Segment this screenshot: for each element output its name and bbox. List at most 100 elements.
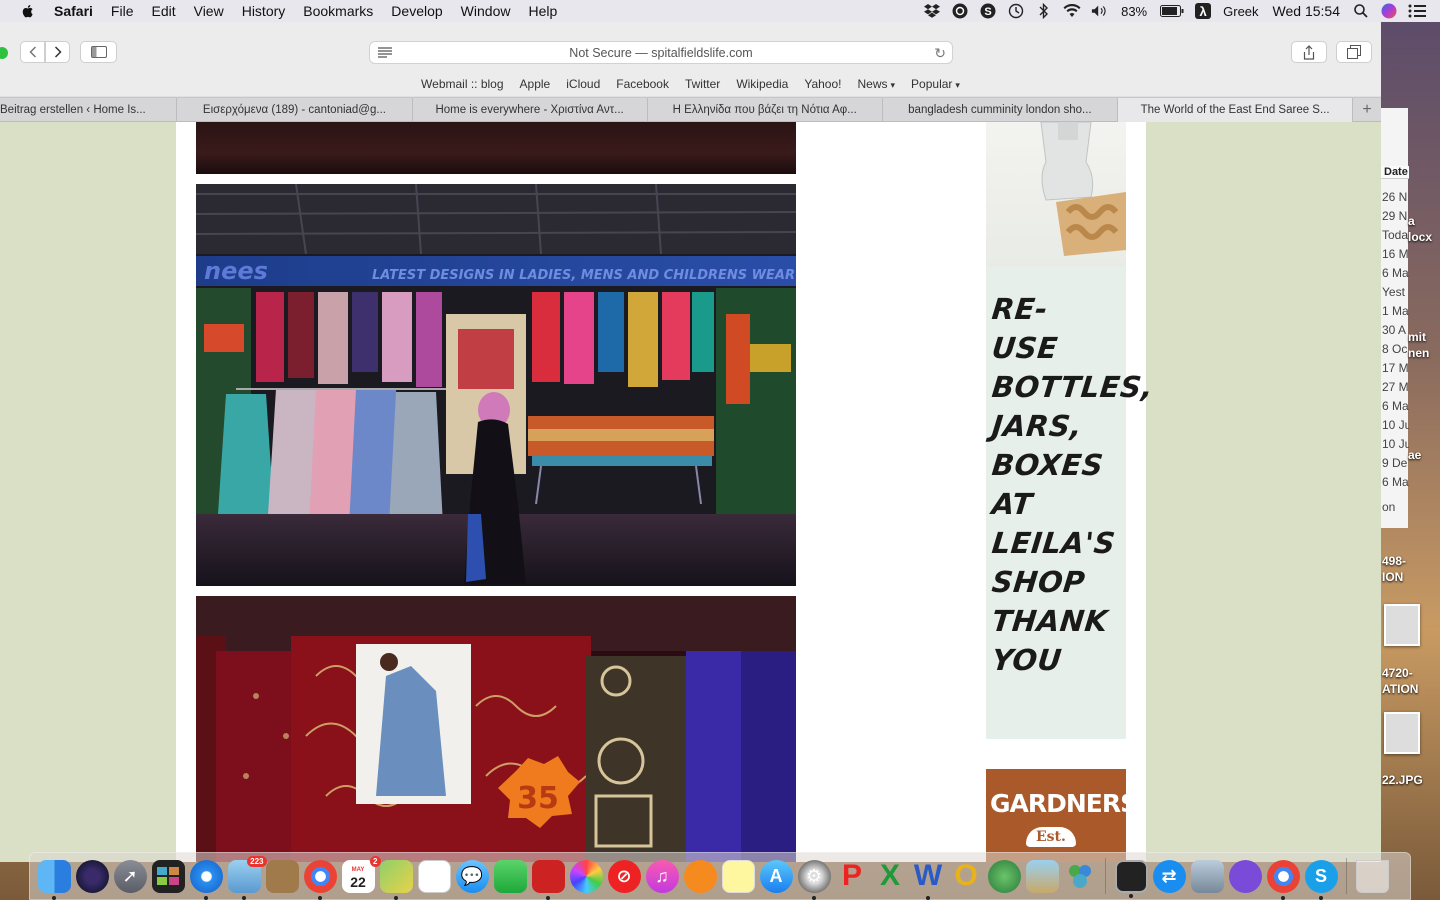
launchpad-icon[interactable]: ➚ xyxy=(113,859,147,893)
notification-center-icon[interactable] xyxy=(1408,3,1426,19)
maps-icon[interactable] xyxy=(379,859,413,900)
contacts-icon[interactable] xyxy=(265,859,299,893)
outlook-icon[interactable]: O xyxy=(950,859,983,893)
desktop-file-label[interactable]: 498- xyxy=(1382,554,1406,568)
finder-row[interactable]: 9 De xyxy=(1381,456,1409,470)
share-button[interactable] xyxy=(1291,41,1327,63)
notes-icon[interactable] xyxy=(721,859,755,893)
mail-icon[interactable]: 223 xyxy=(227,855,267,900)
finder-row[interactable]: 6 Ma xyxy=(1381,399,1409,413)
music-icon[interactable]: ♫ xyxy=(645,859,679,893)
desktop-file-label[interactable]: ae xyxy=(1408,448,1421,462)
menu-app-name[interactable]: Safari xyxy=(54,3,93,19)
new-tab-button[interactable]: + xyxy=(1353,98,1381,122)
finder-row[interactable]: 27 M xyxy=(1381,380,1409,394)
bluetooth-icon[interactable] xyxy=(1035,3,1053,19)
skype-status-icon[interactable]: S xyxy=(979,3,997,19)
clock[interactable]: Wed 15:54 xyxy=(1273,3,1340,19)
finder-row[interactable]: Toda xyxy=(1381,228,1409,242)
finder-row[interactable]: 10 Ju xyxy=(1381,437,1409,451)
spotlight-search-icon[interactable] xyxy=(1352,3,1370,19)
time-machine-icon[interactable] xyxy=(1007,3,1025,19)
viber-icon[interactable] xyxy=(1228,859,1262,893)
tab[interactable]: Εισερχόμενα (189) - cantoniad@g... xyxy=(177,98,413,122)
screenshot-icon[interactable] xyxy=(1114,859,1148,898)
input-source-icon[interactable]: λ xyxy=(1195,3,1212,19)
photo-booth-icon[interactable] xyxy=(531,859,565,900)
favorite-facebook[interactable]: Facebook xyxy=(616,77,669,91)
desktop-file-label[interactable]: ATION xyxy=(1382,682,1418,696)
facetime-icon[interactable] xyxy=(493,859,527,893)
sidebar-ad-leilas-shop[interactable]: RE- USE BOTTLES, JARS, BOXES AT LEILA'S … xyxy=(986,122,1155,739)
image-capture-icon[interactable] xyxy=(1190,859,1224,893)
favorite-yahoo[interactable]: Yahoo! xyxy=(804,77,841,91)
viber-status-icon[interactable] xyxy=(951,3,969,19)
siri-app-icon[interactable] xyxy=(75,859,109,893)
desktop-file-label[interactable]: 22.JPG xyxy=(1382,773,1423,787)
network-utility-icon[interactable] xyxy=(987,859,1021,893)
favorite-apple[interactable]: Apple xyxy=(520,77,551,91)
volume-icon[interactable] xyxy=(1091,3,1109,19)
menu-file[interactable]: File xyxy=(111,3,134,19)
system-preferences-icon[interactable]: ⚙ xyxy=(797,859,831,900)
reload-icon[interactable]: ↻ xyxy=(934,45,946,62)
calendar-icon[interactable]: MAY 22 2 xyxy=(341,855,381,893)
preview-icon[interactable] xyxy=(1025,859,1059,893)
favorite-folder-news[interactable]: News ▾ xyxy=(858,77,896,91)
teamviewer-icon[interactable]: ⇄ xyxy=(1152,859,1186,893)
favorite-webmail[interactable]: Webmail :: blog xyxy=(421,77,503,91)
finder-row[interactable]: on xyxy=(1381,500,1409,514)
zoom-window-button[interactable] xyxy=(0,47,8,59)
app-store-icon[interactable]: A xyxy=(759,859,793,893)
finder-row[interactable]: 17 M xyxy=(1381,361,1409,375)
family-sharing-icon[interactable] xyxy=(1064,860,1097,893)
back-button[interactable] xyxy=(20,41,45,63)
finder-row[interactable]: 16 M xyxy=(1381,247,1409,261)
tab[interactable]: Home is everywhere - Χριστίνα Αντ... xyxy=(413,98,648,122)
menu-help[interactable]: Help xyxy=(528,3,557,19)
menu-bookmarks[interactable]: Bookmarks xyxy=(303,3,373,19)
sidebar-toggle-button[interactable] xyxy=(80,41,117,63)
news-icon[interactable]: ⊘ xyxy=(607,859,641,893)
chrome-icon[interactable] xyxy=(303,859,337,900)
word-icon[interactable]: W xyxy=(912,859,945,900)
desktop-file-label[interactable]: 4720- xyxy=(1382,666,1413,680)
menu-history[interactable]: History xyxy=(242,3,286,19)
menu-edit[interactable]: Edit xyxy=(151,3,175,19)
article-photo-saree-closeup[interactable]: 35 xyxy=(196,596,796,862)
menu-develop[interactable]: Develop xyxy=(391,3,442,19)
books-icon[interactable] xyxy=(683,859,717,893)
tab[interactable]: Η Ελληνίδα που βάζει τη Νότια Αφ... xyxy=(648,98,883,122)
finder-row[interactable]: 6 Ma xyxy=(1381,266,1409,280)
favorite-icloud[interactable]: iCloud xyxy=(566,77,600,91)
powerpoint-icon[interactable]: P xyxy=(836,859,869,893)
desktop-file-label[interactable]: ION xyxy=(1382,570,1403,584)
sidebar-ad-gardners[interactable]: GARDNERS Est. xyxy=(986,769,1126,862)
finder-row[interactable]: 6 Ma xyxy=(1381,475,1409,489)
favorite-folder-popular[interactable]: Popular ▾ xyxy=(911,77,960,91)
tab[interactable]: bangladesh cumminity london sho... xyxy=(883,98,1118,122)
desktop-file-label[interactable]: nen xyxy=(1408,346,1429,360)
finder-row[interactable]: 10 Ju xyxy=(1381,418,1409,432)
photos-icon[interactable] xyxy=(569,859,603,893)
desktop-file-label[interactable]: a xyxy=(1408,214,1415,228)
desktop-file-thumbnail[interactable] xyxy=(1384,604,1420,646)
finder-row[interactable]: 30 A xyxy=(1381,323,1409,337)
excel-icon[interactable]: X xyxy=(874,859,907,893)
finder-row[interactable]: Yest xyxy=(1381,285,1409,299)
forward-button[interactable] xyxy=(45,41,70,63)
chrome-icon[interactable] xyxy=(1266,859,1300,900)
safari-icon[interactable] xyxy=(189,859,223,900)
favorite-wikipedia[interactable]: Wikipedia xyxy=(736,77,788,91)
desktop-file-label[interactable]: locx xyxy=(1408,230,1432,244)
trash-icon[interactable] xyxy=(1355,859,1389,893)
finder-row[interactable]: 1 Ma xyxy=(1381,304,1409,318)
siri-icon[interactable] xyxy=(1380,3,1398,19)
mission-control-icon[interactable] xyxy=(151,859,185,893)
apple-menu-icon[interactable] xyxy=(20,3,36,19)
article-photo-saree-shop[interactable]: nees LATEST DESIGNS IN LADIES, MENS AND … xyxy=(196,184,796,586)
menu-view[interactable]: View xyxy=(194,3,224,19)
battery-icon[interactable] xyxy=(1159,3,1185,19)
finder-icon[interactable] xyxy=(37,859,71,900)
web-content[interactable]: nees LATEST DESIGNS IN LADIES, MENS AND … xyxy=(0,122,1381,862)
